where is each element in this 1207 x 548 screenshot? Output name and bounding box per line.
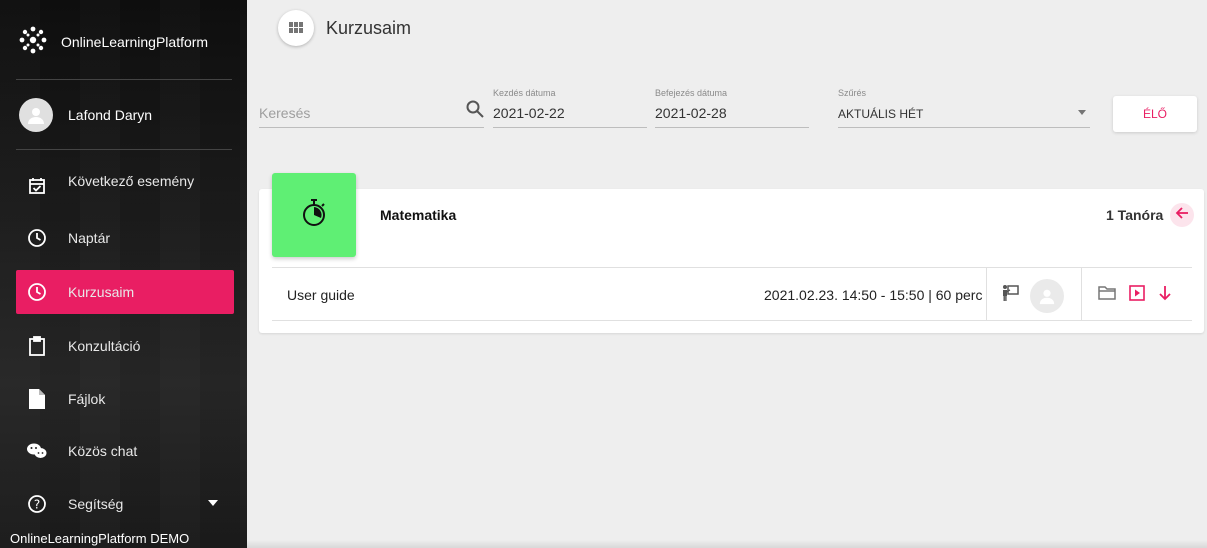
divider <box>272 320 1192 321</box>
avatar <box>19 98 53 132</box>
sidebar-item-label: Kurzusaim <box>68 284 135 300</box>
teacher-icon <box>1001 284 1019 307</box>
help-icon: ? <box>26 493 48 515</box>
timer-icon <box>300 198 328 233</box>
search-icon[interactable] <box>466 100 484 123</box>
sidebar-item-label: Fájlok <box>68 391 106 407</box>
sidebar-item-files[interactable]: Fájlok <box>16 377 234 421</box>
divider <box>16 79 232 80</box>
lesson-count: 1 Tanóra <box>1106 207 1164 223</box>
filter-value: AKTUÁLIS HÉT <box>838 107 924 121</box>
user-profile[interactable]: Lafond Daryn <box>19 98 152 132</box>
divider <box>1081 268 1082 320</box>
sidebar-item-label: Konzultáció <box>68 338 141 354</box>
folder-icon[interactable] <box>1098 285 1116 306</box>
clock-icon <box>26 281 48 303</box>
bottom-shadow <box>247 540 1207 548</box>
chat-icon <box>26 440 48 462</box>
end-date-label: Befejezés dátuma <box>655 88 728 98</box>
sidebar-item-calendar[interactable]: Naptár <box>16 216 234 260</box>
file-icon <box>26 388 48 410</box>
start-date-field[interactable]: Kezdés dátuma 2021-02-22 <box>493 88 647 128</box>
arrow-down-icon[interactable] <box>1158 285 1172 306</box>
logo-icon <box>18 25 48 60</box>
sidebar-item-help[interactable]: ? Segítség <box>16 482 234 526</box>
divider <box>16 149 232 150</box>
calendar-check-icon <box>26 175 48 197</box>
page-title: Kurzusaim <box>326 17 412 38</box>
start-date-value: 2021-02-22 <box>493 105 565 121</box>
end-date-value: 2021-02-28 <box>655 105 727 121</box>
brand-name: OnlineLearningPlatform <box>61 34 209 50</box>
sidebar-item-label: Közös chat <box>68 443 138 459</box>
sidebar-item-label: Segítség <box>68 496 124 512</box>
lesson-title[interactable]: User guide <box>287 287 355 303</box>
play-icon[interactable] <box>1129 285 1145 306</box>
end-date-field[interactable]: Befejezés dátuma 2021-02-28 <box>655 88 809 128</box>
search-input[interactable]: Keresés <box>259 100 484 128</box>
arrow-left-icon <box>1175 206 1189 225</box>
clipboard-icon <box>26 335 48 357</box>
sidebar-item-my-courses[interactable]: Kurzusaim <box>16 270 234 314</box>
grid-icon[interactable] <box>278 10 314 46</box>
divider <box>986 268 987 320</box>
sidebar-item-chat[interactable]: Közös chat <box>16 429 234 473</box>
brand[interactable]: OnlineLearningPlatform <box>18 24 208 60</box>
sidebar-item-label: Naptár <box>68 230 111 246</box>
sidebar: OnlineLearningPlatform Lafond Daryn Köve… <box>0 0 247 548</box>
live-button[interactable]: ÉLŐ <box>1113 96 1197 132</box>
filter-label: Szűrés <box>838 88 867 98</box>
course-badge <box>272 173 356 257</box>
sidebar-item-next-event[interactable]: Következő esemény <box>16 164 234 208</box>
divider <box>272 267 1192 268</box>
course-name[interactable]: Matematika <box>380 207 456 223</box>
page-header: Kurzusaim <box>278 10 411 46</box>
chevron-down-icon[interactable] <box>208 500 218 506</box>
sidebar-item-label: Következő esemény <box>68 173 195 189</box>
lesson-time: 2021.02.23. 14:50 - 15:50 | 60 perc <box>764 287 983 303</box>
user-name: Lafond Daryn <box>68 107 153 123</box>
chevron-down-icon <box>1078 110 1086 115</box>
clock-icon <box>26 227 48 249</box>
search-placeholder: Keresés <box>259 105 311 121</box>
start-date-label: Kezdés dátuma <box>493 88 556 98</box>
sidebar-item-consultation[interactable]: Konzultáció <box>16 324 234 368</box>
footer-label: OnlineLearningPlatform DEMO <box>10 531 190 546</box>
avatar <box>1030 279 1064 313</box>
filter-select[interactable]: Szűrés AKTUÁLIS HÉT <box>838 88 1090 128</box>
collapse-button[interactable] <box>1170 203 1194 227</box>
svg-text:?: ? <box>34 498 40 512</box>
